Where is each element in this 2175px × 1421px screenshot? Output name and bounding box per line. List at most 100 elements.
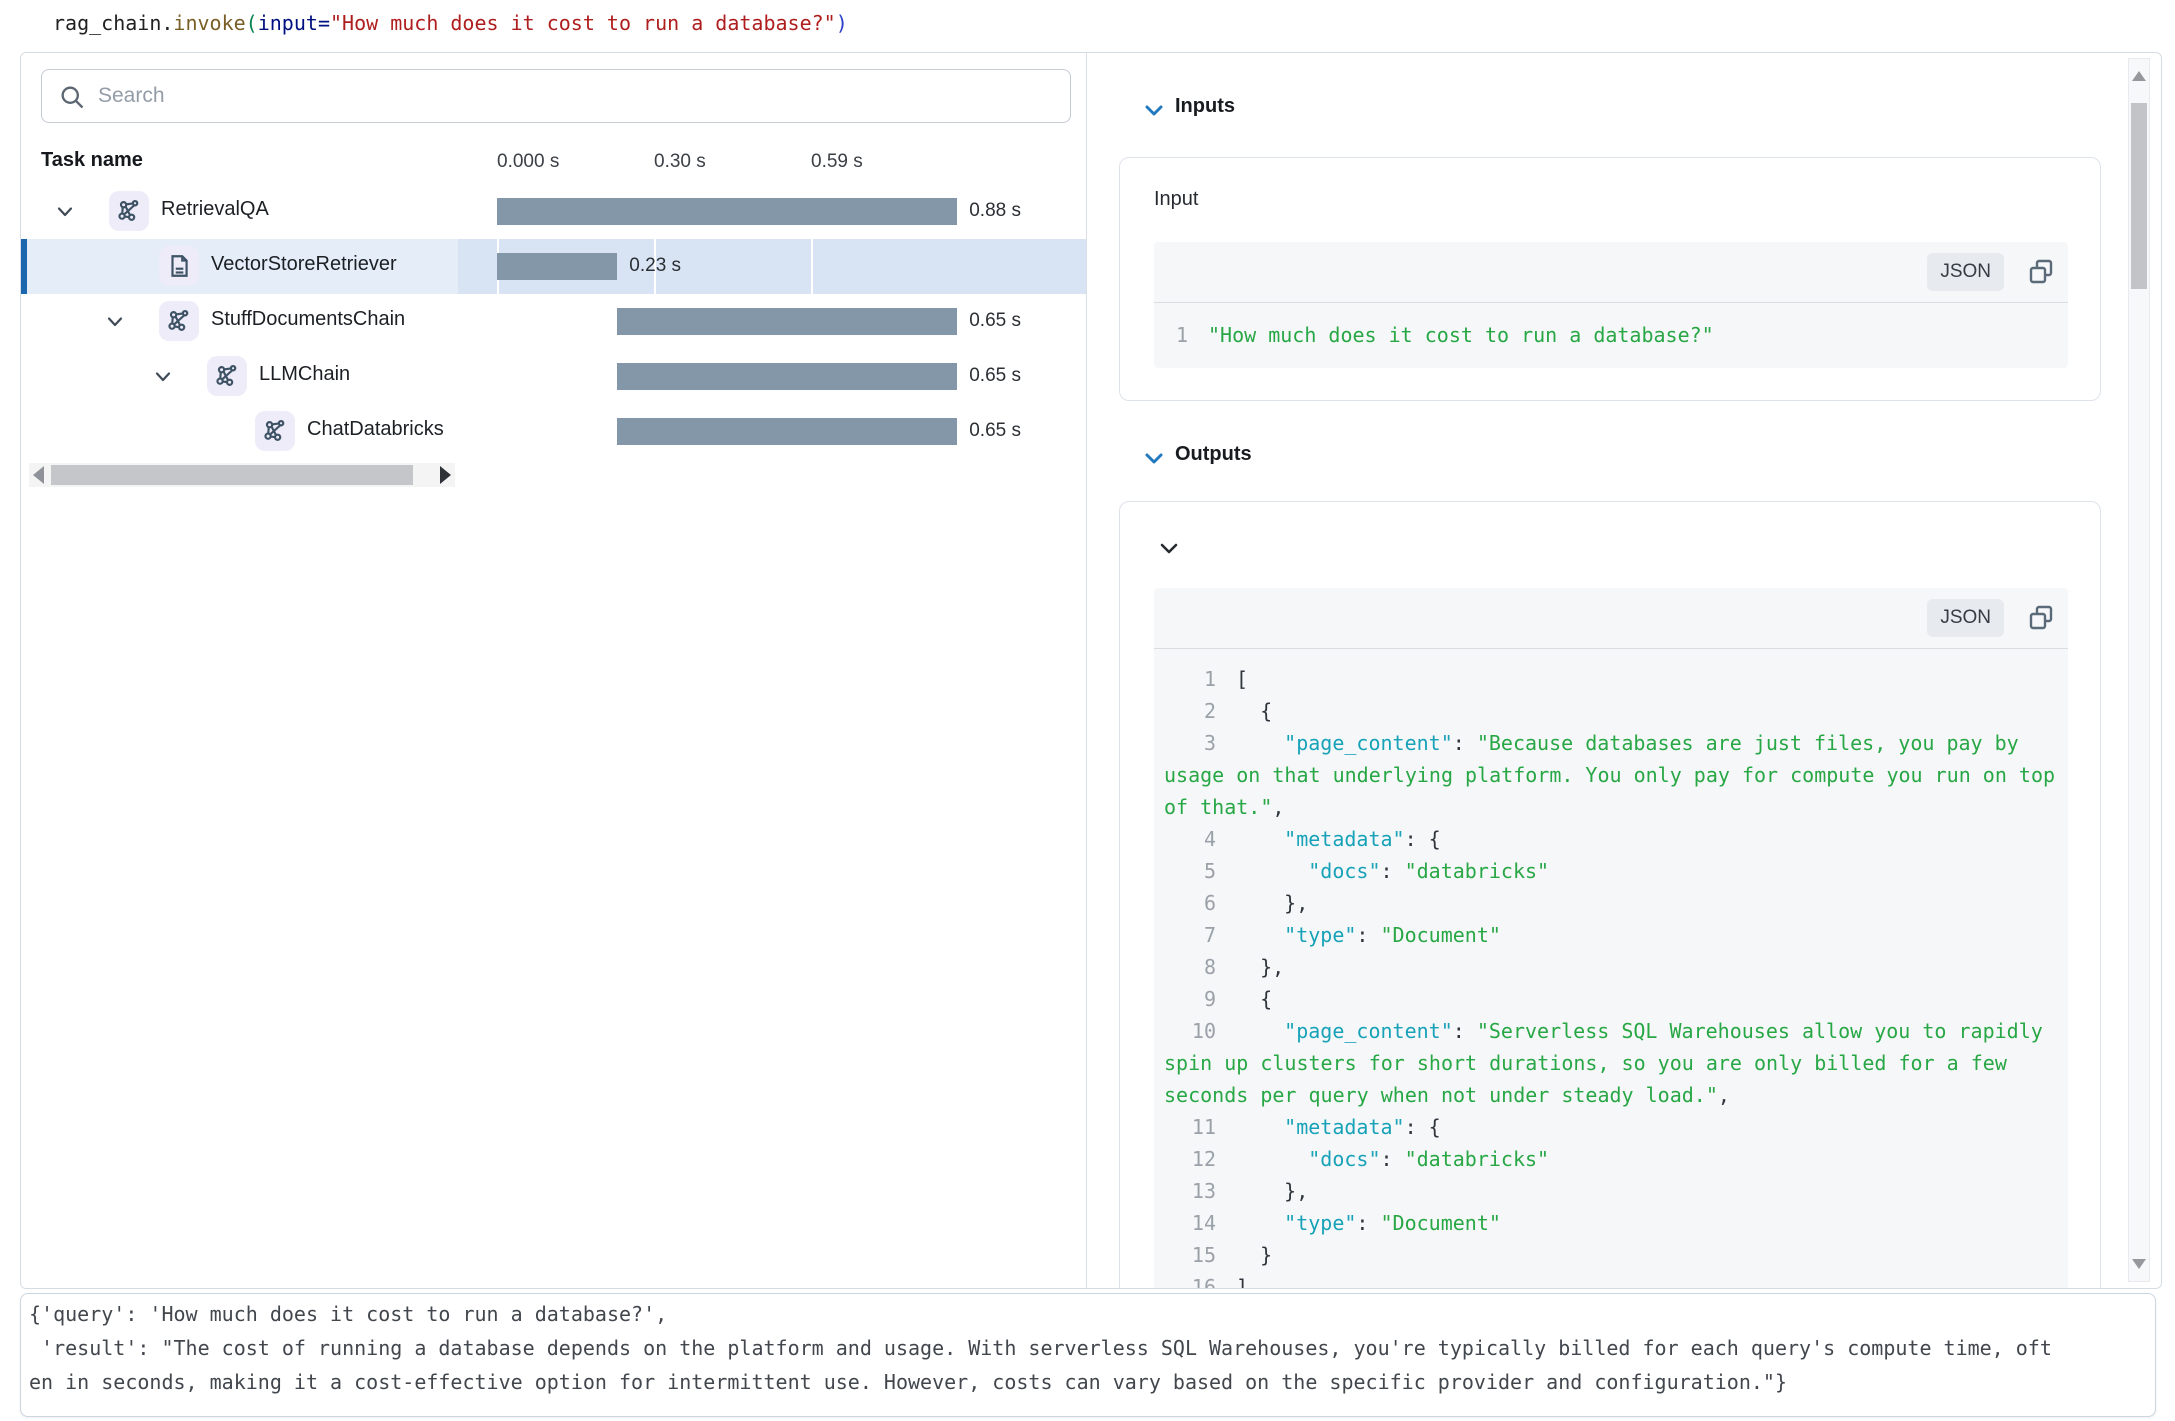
json-punct: ,: [1272, 795, 1284, 819]
vertical-scrollbar[interactable]: [2128, 58, 2150, 1282]
input-json-header: JSON: [1154, 242, 2068, 303]
line-number: 11: [1164, 1111, 1216, 1143]
copy-icon[interactable]: [2027, 604, 2055, 632]
line-number: 8: [1164, 951, 1216, 983]
json-punct: :: [1453, 731, 1477, 755]
code-line: 7 "type": "Document": [1164, 919, 2058, 951]
json-punct: {: [1236, 699, 1272, 723]
line-number: 3: [1164, 727, 1216, 759]
code-segment: (: [246, 11, 258, 35]
duration-bar[interactable]: [617, 308, 957, 335]
code-line: 13 },: [1164, 1175, 2058, 1207]
duration-label: 0.88 s: [969, 200, 1021, 222]
copy-icon[interactable]: [2027, 258, 2055, 286]
line-number: 4: [1164, 823, 1216, 855]
code-segment: input: [258, 11, 318, 35]
json-string: "databricks": [1405, 1147, 1550, 1171]
search-icon: [58, 83, 86, 111]
line-number: 15: [1164, 1239, 1216, 1271]
chain-icon: [159, 301, 199, 341]
json-punct: [1236, 827, 1284, 851]
horizontal-scrollbar[interactable]: [29, 463, 455, 487]
line-number: 13: [1164, 1175, 1216, 1207]
code-line: 14 "type": "Document": [1164, 1207, 2058, 1239]
code-line: 1[: [1164, 663, 2058, 695]
code-line: 8 },: [1164, 951, 2058, 983]
search-box[interactable]: [41, 69, 1071, 123]
json-punct: :: [1381, 859, 1405, 883]
duration-label: 0.65 s: [969, 310, 1021, 332]
chain-icon: [109, 191, 149, 231]
code-line: 1"How much does it cost to run a databas…: [1164, 319, 2058, 351]
chain-icon: [255, 411, 295, 451]
code-line: 2 {: [1164, 695, 2058, 727]
duration-bar[interactable]: [617, 418, 957, 445]
task-name-cell: ChatDatabricks: [21, 404, 458, 459]
line-number: 6: [1164, 887, 1216, 919]
json-punct: :: [1356, 1211, 1380, 1235]
task-tree-panel: Task name 0.000 s 0.30 s 0.59 s Retrieva…: [21, 53, 1087, 1288]
task-name-cell: StuffDocumentsChain: [21, 294, 458, 349]
timeline-tick-1: 0.30 s: [654, 151, 706, 173]
task-name-label: ChatDatabricks: [307, 418, 444, 441]
code-line: 11 "metadata": {: [1164, 1111, 2058, 1143]
scroll-up-arrow[interactable]: [2132, 71, 2146, 81]
json-key: "type": [1284, 1211, 1356, 1235]
document-icon: [159, 246, 199, 286]
json-string: "Document": [1381, 923, 1501, 947]
task-name-cell: VectorStoreRetriever: [21, 239, 458, 294]
task-name-cell: RetrievalQA: [21, 184, 458, 239]
json-punct: [1236, 923, 1284, 947]
task-row-VectorStoreRetriever[interactable]: VectorStoreRetriever 0.23 s: [21, 239, 1086, 294]
json-punct: :: [1453, 1019, 1477, 1043]
outputs-collapse-chevron-icon[interactable]: [1144, 451, 1164, 467]
code-line: 10 "page_content": "Serverless SQL Wareh…: [1164, 1015, 2058, 1111]
duration-bar[interactable]: [497, 253, 617, 280]
code-segment: ): [836, 11, 848, 35]
json-format-badge: JSON: [1927, 253, 2004, 291]
tree-header: Task name 0.000 s 0.30 s 0.59 s: [21, 143, 1086, 184]
line-number: 14: [1164, 1207, 1216, 1239]
input-json-content: 1"How much does it cost to run a databas…: [1154, 303, 2068, 361]
vertical-scrollbar-thumb[interactable]: [2131, 103, 2147, 289]
code-segment: =: [318, 11, 330, 35]
outputs-section-title: Outputs: [1175, 443, 1252, 466]
duration-bar[interactable]: [617, 363, 957, 390]
task-name-label: LLMChain: [259, 363, 350, 386]
task-row-LLMChain[interactable]: LLMChain0.65 s: [21, 349, 1086, 404]
code-line: 6 },: [1164, 887, 2058, 919]
code-segment: .: [161, 11, 173, 35]
task-name-label: StuffDocumentsChain: [211, 308, 405, 331]
task-name-label: VectorStoreRetriever: [211, 253, 397, 276]
duration-bar[interactable]: [497, 198, 957, 225]
json-key: "docs": [1308, 859, 1380, 883]
task-name-cell: LLMChain: [21, 349, 458, 404]
json-punct: [: [1236, 667, 1248, 691]
scroll-right-arrow[interactable]: [440, 466, 451, 484]
duration-label: 0.23 s: [629, 255, 681, 277]
output-card: JSON 1[2 {3 "page_content": "Because dat…: [1119, 501, 2101, 1289]
code-line: 3 "page_content": "Because databases are…: [1164, 727, 2058, 823]
scroll-left-arrow[interactable]: [33, 466, 44, 484]
line-number: 1: [1164, 663, 1216, 695]
expand-chevron-icon[interactable]: [57, 205, 73, 223]
code-line: 9 {: [1164, 983, 2058, 1015]
json-key: "page_content": [1284, 1019, 1453, 1043]
task-row-ChatDatabricks[interactable]: ChatDatabricks0.65 s: [21, 404, 1086, 459]
expand-chevron-icon[interactable]: [155, 370, 171, 388]
inputs-collapse-chevron-icon[interactable]: [1144, 103, 1164, 119]
code-line: 16]: [1164, 1271, 2058, 1289]
notebook-code-line: rag_chain.invoke(input="How much does it…: [53, 8, 848, 38]
task-row-RetrievalQA[interactable]: RetrievalQA 0.88 s: [21, 184, 1086, 239]
expand-chevron-icon[interactable]: [107, 315, 123, 333]
line-number: 7: [1164, 919, 1216, 951]
chain-icon: [207, 356, 247, 396]
output-item-chevron-icon[interactable]: [1160, 542, 1178, 556]
code-segment: "How much does it cost to run a database…: [330, 11, 836, 35]
json-punct: ,: [1718, 1083, 1730, 1107]
search-input[interactable]: [96, 71, 1050, 121]
horizontal-scrollbar-thumb[interactable]: [51, 465, 413, 485]
json-key: "metadata": [1284, 1115, 1404, 1139]
task-row-StuffDocumentsChain[interactable]: StuffDocumentsChain 0.65 s: [21, 294, 1086, 349]
scroll-down-arrow[interactable]: [2132, 1259, 2146, 1269]
